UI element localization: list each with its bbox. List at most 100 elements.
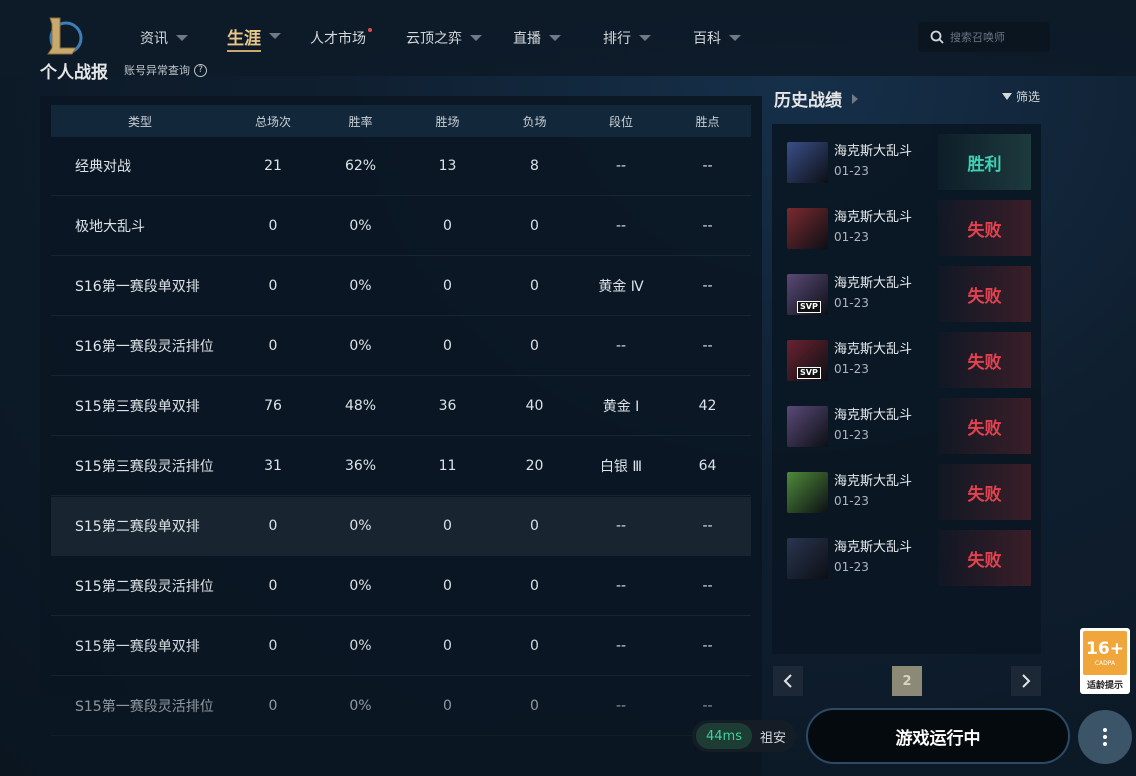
table-row[interactable]: S15第一赛段单双排 0 0% 0 0 -- -- xyxy=(51,617,751,676)
chevron-down-icon xyxy=(269,33,281,39)
table-cell: 0 xyxy=(268,518,278,534)
column-header: 类型 xyxy=(127,114,152,129)
table-cell: -- xyxy=(702,638,713,654)
more-options-button[interactable] xyxy=(1078,710,1132,764)
table-cell: S15第二赛段灵活排位 xyxy=(75,579,214,595)
nav-item-6[interactable]: 百科 xyxy=(693,27,741,49)
table-cell: S15第三赛段灵活排位 xyxy=(75,459,214,475)
column-header: 负场 xyxy=(522,114,547,129)
nav-item-label: 人才市场 xyxy=(310,31,366,47)
nav-item-3[interactable]: 云顶之弈 xyxy=(406,27,482,49)
table-cell: 0 xyxy=(443,518,452,534)
match-item[interactable]: 海克斯大乱斗 01-23 失败 xyxy=(783,398,1031,454)
table-header: 类型 总场次 胜率 胜场 负场 段位 胜点 xyxy=(51,105,751,137)
table-cell: S15第三赛段单双排 xyxy=(75,399,200,415)
filter-button[interactable]: 筛选 xyxy=(1002,88,1040,105)
match-mode: 海克斯大乱斗 xyxy=(834,474,913,489)
table-cell: 62% xyxy=(344,158,377,174)
table-cell: 11 xyxy=(438,458,457,474)
table-cell: -- xyxy=(702,278,713,294)
champion-avatar xyxy=(787,405,828,447)
table-cell: 0 xyxy=(530,218,539,234)
table-cell: -- xyxy=(702,338,713,354)
ping-value: 44ms xyxy=(696,723,752,749)
search-input[interactable] xyxy=(950,30,1046,44)
champion-avatar xyxy=(787,207,828,249)
match-item[interactable]: SVP 海克斯大乱斗 01-23 失败 xyxy=(783,266,1031,322)
table-row[interactable]: S15第三赛段灵活排位 31 36% 11 20 白银 Ⅲ 64 xyxy=(51,437,751,496)
table-cell: 31 xyxy=(264,458,282,474)
match-item[interactable]: SVP 海克斯大乱斗 01-23 失败 xyxy=(783,332,1031,388)
table-cell: 0 xyxy=(530,638,539,654)
table-cell: 40 xyxy=(525,398,544,414)
ping-indicator[interactable]: 44ms 祖安 xyxy=(692,720,796,752)
nav-item-1[interactable]: 生涯 xyxy=(227,25,281,52)
match-result: 失败 xyxy=(938,266,1031,322)
chevron-left-icon xyxy=(783,674,792,688)
table-row[interactable]: S15第二赛段灵活排位 0 0% 0 0 -- -- xyxy=(51,557,751,616)
champion-avatar xyxy=(787,141,828,183)
nav-item-label: 资讯 xyxy=(140,31,168,47)
match-history-title[interactable]: 历史战绩 xyxy=(774,86,858,111)
table-cell: 极地大乱斗 xyxy=(75,219,145,235)
nav-item-4[interactable]: 直播 xyxy=(513,27,561,49)
table-cell: S16第一赛段单双排 xyxy=(75,279,200,295)
table-row[interactable]: S15第一赛段灵活排位 0 0% 0 0 -- -- xyxy=(51,677,751,736)
table-cell: 48% xyxy=(344,398,377,414)
match-item[interactable]: 海克斯大乱斗 01-23 失败 xyxy=(783,200,1031,256)
table-cell: 0 xyxy=(530,578,539,594)
nav-item-label: 百科 xyxy=(693,31,721,47)
table-cell: -- xyxy=(702,518,713,534)
match-history-list: 海克斯大乱斗 01-23 胜利 海克斯大乱斗 01-23 失败 SVP 海克斯大乱斗 01-23… xyxy=(772,124,1041,654)
account-check-link[interactable]: 账号异常查询 ? xyxy=(124,62,207,78)
column-header: 胜率 xyxy=(348,114,373,129)
help-icon[interactable]: ? xyxy=(194,63,207,77)
table-row[interactable]: S16第一赛段单双排 0 0% 0 0 黄金 Ⅳ -- xyxy=(51,257,751,316)
nav-item-label: 直播 xyxy=(513,31,541,47)
play-button[interactable]: 游戏运行中 xyxy=(806,708,1070,764)
current-page[interactable]: 2 xyxy=(892,666,922,696)
match-mode: 海克斯大乱斗 xyxy=(834,540,913,555)
table-cell: 0% xyxy=(349,338,372,354)
summoner-search[interactable] xyxy=(918,22,1050,52)
table-cell: S15第一赛段灵活排位 xyxy=(75,699,214,715)
lol-logo-icon[interactable] xyxy=(42,14,86,58)
table-cell: 0 xyxy=(530,518,539,534)
champion-avatar xyxy=(787,471,828,513)
match-date: 01-23 xyxy=(834,230,869,244)
table-row[interactable]: S15第三赛段单双排 76 48% 36 40 黄金 Ⅰ 42 xyxy=(51,377,751,436)
table-row[interactable]: S15第二赛段单双排 0 0% 0 0 -- -- xyxy=(51,497,751,556)
chevron-down-icon xyxy=(176,35,188,41)
nav-item-5[interactable]: 排行 xyxy=(603,27,651,49)
nav-item-label: 云顶之弈 xyxy=(406,31,462,47)
column-header: 胜场 xyxy=(435,114,460,129)
chevron-right-icon xyxy=(852,93,858,104)
champion-avatar xyxy=(787,537,828,579)
table-cell: 白银 Ⅲ xyxy=(599,459,643,475)
nav-item-0[interactable]: 资讯 xyxy=(140,27,188,49)
chevron-down-icon xyxy=(549,35,561,41)
next-page-button[interactable] xyxy=(1011,666,1041,696)
search-icon xyxy=(930,30,944,44)
table-cell: 0 xyxy=(268,698,278,714)
table-row[interactable]: 极地大乱斗 0 0% 0 0 -- -- xyxy=(51,197,751,256)
table-cell: -- xyxy=(615,638,627,654)
table-cell: 0 xyxy=(443,578,452,594)
table-cell: 36% xyxy=(344,458,377,474)
table-cell: 0 xyxy=(268,638,278,654)
table-cell: 0 xyxy=(268,578,278,594)
table-cell: 0 xyxy=(268,278,278,294)
table-cell: 42 xyxy=(698,398,717,414)
table-cell: S15第一赛段单双排 xyxy=(75,639,200,655)
nav-item-2[interactable]: 人才市场 xyxy=(310,27,372,49)
prev-page-button[interactable] xyxy=(773,666,803,696)
match-item[interactable]: 海克斯大乱斗 01-23 胜利 xyxy=(783,134,1031,190)
match-item[interactable]: 海克斯大乱斗 01-23 失败 xyxy=(783,464,1031,520)
match-mode: 海克斯大乱斗 xyxy=(834,144,913,159)
match-item[interactable]: 海克斯大乱斗 01-23 失败 xyxy=(783,530,1031,586)
active-underline xyxy=(227,50,261,52)
table-row[interactable]: 经典对战 21 62% 13 8 -- -- xyxy=(51,137,751,196)
table-row[interactable]: S16第一赛段灵活排位 0 0% 0 0 -- -- xyxy=(51,317,751,376)
age-rating-badge[interactable]: 16+ CADPA 适龄提示 xyxy=(1080,628,1130,694)
table-cell: 0 xyxy=(530,278,539,294)
